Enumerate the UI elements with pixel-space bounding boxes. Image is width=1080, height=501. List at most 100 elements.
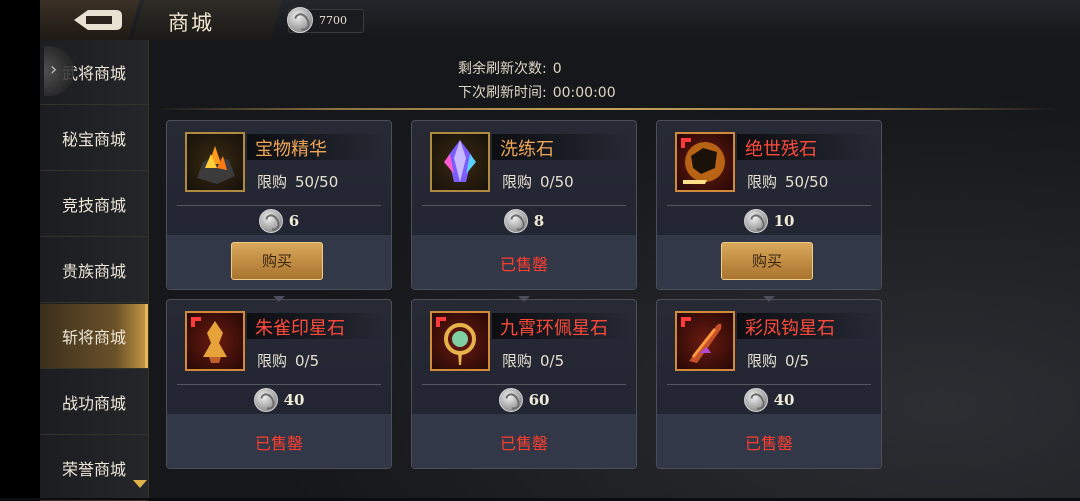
price-row: 6 [167, 209, 391, 233]
jade-pendant-icon [430, 311, 490, 371]
card-divider [177, 205, 381, 206]
sidebar-item-label: 竞技商城 [61, 196, 126, 215]
crystal-icon [430, 132, 490, 192]
coin-icon [498, 388, 523, 412]
card-action-area: 已售罄 [657, 414, 881, 468]
item-name: 九霄环佩星石 [500, 318, 608, 339]
item-name-bar: 绝世残石 [737, 134, 877, 160]
purchase-limit: 限购 50/50 [747, 171, 828, 192]
buy-button[interactable]: 购买 [231, 242, 323, 280]
price-row: 10 [657, 209, 881, 233]
item-price: 6 [288, 212, 300, 230]
sidebar-item-label: 秘宝商城 [61, 130, 126, 149]
purchase-limit: 限购 0/5 [747, 350, 809, 371]
item-name-bar: 宝物精华 [247, 134, 387, 160]
card-divider [422, 205, 626, 206]
coin-icon [287, 7, 313, 33]
coin-icon [258, 209, 283, 233]
refresh-time-value: 00:00:00 [552, 85, 616, 101]
sidebar-item-label: 荣誉商城 [61, 460, 126, 479]
ore-icon [185, 132, 245, 192]
shop-item-card: 彩凤钩星石 限购 0/5 40 已售罄 [656, 296, 882, 469]
item-name: 绝世残石 [745, 139, 817, 160]
card-notch [763, 296, 775, 302]
limit-label: 限购 [747, 352, 778, 370]
card-action-area: 已售罄 [412, 235, 636, 289]
chevron-right-icon: › [50, 59, 58, 80]
buy-button[interactable]: 购买 [721, 242, 813, 280]
fragment-icon [675, 132, 735, 192]
card-action-area: 已售罄 [412, 414, 636, 468]
item-name-bar: 彩凤钩星石 [737, 313, 877, 339]
card-action-area: 购买 [657, 235, 881, 289]
item-name-bar: 九霄环佩星石 [492, 313, 632, 339]
back-arrow-icon [74, 10, 122, 30]
card-divider [177, 384, 381, 385]
scroll-down-icon[interactable] [133, 480, 147, 488]
price-row: 60 [412, 388, 636, 412]
item-name: 彩凤钩星石 [745, 318, 835, 339]
hook-icon [675, 311, 735, 371]
price-row: 8 [412, 209, 636, 233]
card-action-area: 购买 [167, 235, 391, 289]
purchase-limit: 限购 0/5 [502, 350, 564, 371]
sidebar-item-merit-shop[interactable]: 战功商城 [40, 370, 148, 435]
sidebar-item-label: 战功商城 [61, 394, 126, 413]
coin-icon [253, 388, 278, 412]
price-row: 40 [657, 388, 881, 412]
limit-value: 0/5 [295, 352, 320, 370]
phoenix-seal-icon [185, 311, 245, 371]
limit-label: 限购 [502, 173, 533, 191]
shop-item-card: 宝物精华 限购 50/50 6 购买 [166, 120, 392, 290]
item-name: 洗练石 [500, 139, 554, 160]
limit-label: 限购 [747, 173, 778, 191]
sidebar-item-label: 斩将商城 [61, 328, 126, 347]
card-notch [273, 296, 285, 302]
item-name: 宝物精华 [255, 139, 327, 160]
currency-value: 7700 [319, 14, 347, 27]
item-name-bar: 朱雀印星石 [247, 313, 387, 339]
card-notch [518, 296, 530, 302]
back-button[interactable] [40, 0, 140, 40]
shop-item-card: 九霄环佩星石 限购 0/5 60 已售罄 [411, 296, 637, 469]
item-price: 40 [773, 391, 795, 409]
item-name-bar: 洗练石 [492, 134, 632, 160]
purchase-limit: 限购 50/50 [257, 171, 338, 192]
coin-icon [743, 209, 768, 233]
refresh-count-label: 剩余刷新次数: [458, 61, 547, 77]
card-divider [667, 205, 871, 206]
card-divider [422, 384, 626, 385]
sidebar-item-arena-shop[interactable]: 竞技商城 [40, 172, 148, 237]
sold-out-label: 已售罄 [744, 434, 793, 453]
sidebar-item-label: 贵族商城 [61, 262, 126, 281]
sold-out-label: 已售罄 [254, 434, 303, 453]
sidebar-item-noble-shop[interactable]: 贵族商城 [40, 238, 148, 303]
coin-icon [743, 388, 768, 412]
price-row: 40 [167, 388, 391, 412]
sidebar-item-slay-general-shop[interactable]: 斩将商城 [40, 304, 148, 369]
limit-value: 50/50 [295, 173, 339, 191]
sold-out-label: 已售罄 [499, 255, 548, 274]
purchase-limit: 限购 0/50 [502, 171, 574, 192]
refresh-count-value: 0 [552, 61, 562, 77]
shop-item-card: 洗练石 限购 0/50 8 已售罄 [411, 120, 637, 290]
refresh-count: 剩余刷新次数: 0 [458, 58, 562, 78]
item-price: 8 [533, 212, 545, 230]
limit-label: 限购 [257, 173, 288, 191]
sidebar-item-honor-shop[interactable]: 荣誉商城 [40, 436, 148, 501]
item-price: 40 [283, 391, 305, 409]
header-divider [156, 108, 1056, 110]
limit-value: 0/50 [540, 173, 574, 191]
limit-label: 限购 [502, 352, 533, 370]
sold-out-label: 已售罄 [499, 434, 548, 453]
card-divider [667, 384, 871, 385]
item-price: 60 [528, 391, 550, 409]
sidebar-item-treasure-shop[interactable]: 秘宝商城 [40, 106, 148, 171]
coin-icon [503, 209, 528, 233]
limit-label: 限购 [257, 352, 288, 370]
page-title: 商城 [168, 11, 214, 35]
purchase-limit: 限购 0/5 [257, 350, 319, 371]
item-name: 朱雀印星石 [255, 318, 345, 339]
refresh-time: 下次刷新时间: 00:00:00 [458, 82, 616, 102]
card-action-area: 已售罄 [167, 414, 391, 468]
